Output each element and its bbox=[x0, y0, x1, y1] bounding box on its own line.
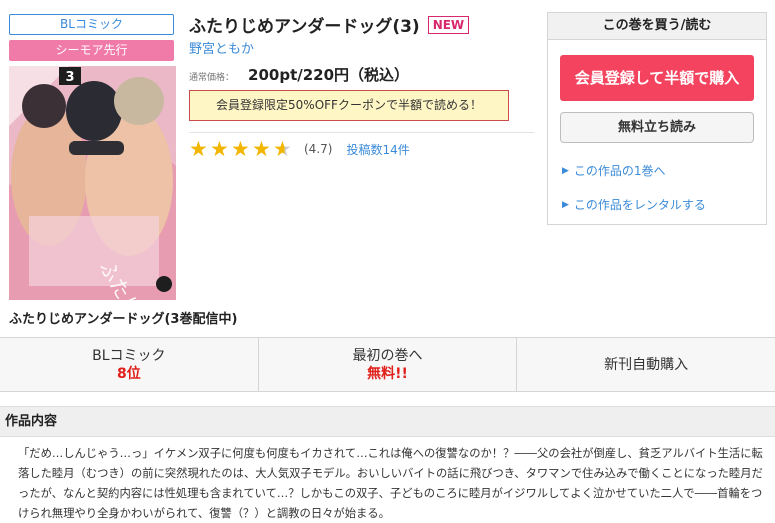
price-value: 200pt/220円（税込） bbox=[248, 66, 410, 84]
stat-first-volume[interactable]: 最初の巻へ 無料!! bbox=[259, 338, 518, 391]
stats-bar: BLコミック 8位 最初の巻へ 無料!! 新刊自動購入 bbox=[0, 337, 775, 392]
title-row: ふたりじめアンダードッグ(3) NEW bbox=[189, 12, 470, 37]
series-title[interactable]: ふたりじめアンダードッグ(3巻配信中) bbox=[9, 308, 237, 327]
rental-link[interactable]: ▶ この作品をレンタルする bbox=[562, 196, 706, 213]
rental-link-label: この作品をレンタルする bbox=[573, 198, 706, 212]
star-rating: ★ ★ ★ ★ ★ bbox=[189, 138, 294, 160]
stat-first-volume-label: 最初の巻へ bbox=[352, 347, 423, 364]
genre-tag[interactable]: BLコミック bbox=[9, 14, 174, 35]
coupon-banner: 会員登録限定50%OFFクーポンで半額で読める！ bbox=[189, 90, 509, 121]
early-release-tag: シーモア先行 bbox=[9, 40, 174, 61]
first-volume-link[interactable]: ▶ この作品の1巻へ bbox=[562, 162, 666, 179]
first-volume-link-label: この作品の1巻へ bbox=[573, 164, 666, 178]
rating-score: (4.7) bbox=[304, 142, 333, 156]
stat-ranking-value: 8位 bbox=[116, 365, 141, 382]
rating-row: ★ ★ ★ ★ ★ (4.7) 投稿数14件 bbox=[189, 137, 410, 161]
review-count-link[interactable]: 投稿数14件 bbox=[346, 141, 409, 158]
triangle-right-icon: ▶ bbox=[562, 199, 569, 210]
new-badge: NEW bbox=[427, 15, 470, 34]
stat-first-volume-value: 無料!! bbox=[367, 365, 408, 382]
triangle-right-icon: ▶ bbox=[562, 165, 569, 176]
price-label: 通常価格： bbox=[189, 73, 235, 83]
star-icon: ★ bbox=[252, 137, 271, 161]
stat-auto-purchase-label: 新刊自動購入 bbox=[604, 356, 689, 373]
author-link[interactable]: 野宮ともか bbox=[189, 38, 254, 57]
book-title: ふたりじめアンダードッグ(3) bbox=[189, 17, 420, 37]
buy-box-header: この巻を買う/読む bbox=[548, 13, 766, 40]
section-heading: 作品内容 bbox=[0, 406, 775, 437]
cover-art: ふたりじめ 3 bbox=[9, 66, 176, 300]
stat-ranking-label: BLコミック bbox=[92, 347, 166, 364]
register-purchase-button[interactable]: 会員登録して半額で購入 bbox=[560, 55, 754, 101]
star-half-icon: ★ bbox=[273, 138, 294, 160]
star-icon: ★ bbox=[189, 137, 208, 161]
stat-auto-purchase[interactable]: 新刊自動購入 bbox=[517, 338, 775, 391]
free-preview-button[interactable]: 無料立ち読み bbox=[560, 112, 754, 143]
stat-ranking[interactable]: BLコミック 8位 bbox=[0, 338, 259, 391]
price-row: 通常価格： 200pt/220円（税込） bbox=[189, 64, 409, 85]
description-text: 「だめ…しんじゃう…っ」イケメン双子に何度も何度もイカされて…これは俺への復讐な… bbox=[18, 447, 763, 520]
star-icon: ★ bbox=[210, 137, 229, 161]
star-icon: ★ bbox=[231, 137, 250, 161]
cover-volume-number: 3 bbox=[65, 70, 74, 85]
cover-image[interactable]: ふたりじめ 3 bbox=[9, 66, 176, 300]
divider bbox=[189, 132, 534, 133]
buy-box: この巻を買う/読む 会員登録して半額で購入 無料立ち読み ▶ この作品の1巻へ … bbox=[547, 12, 767, 225]
